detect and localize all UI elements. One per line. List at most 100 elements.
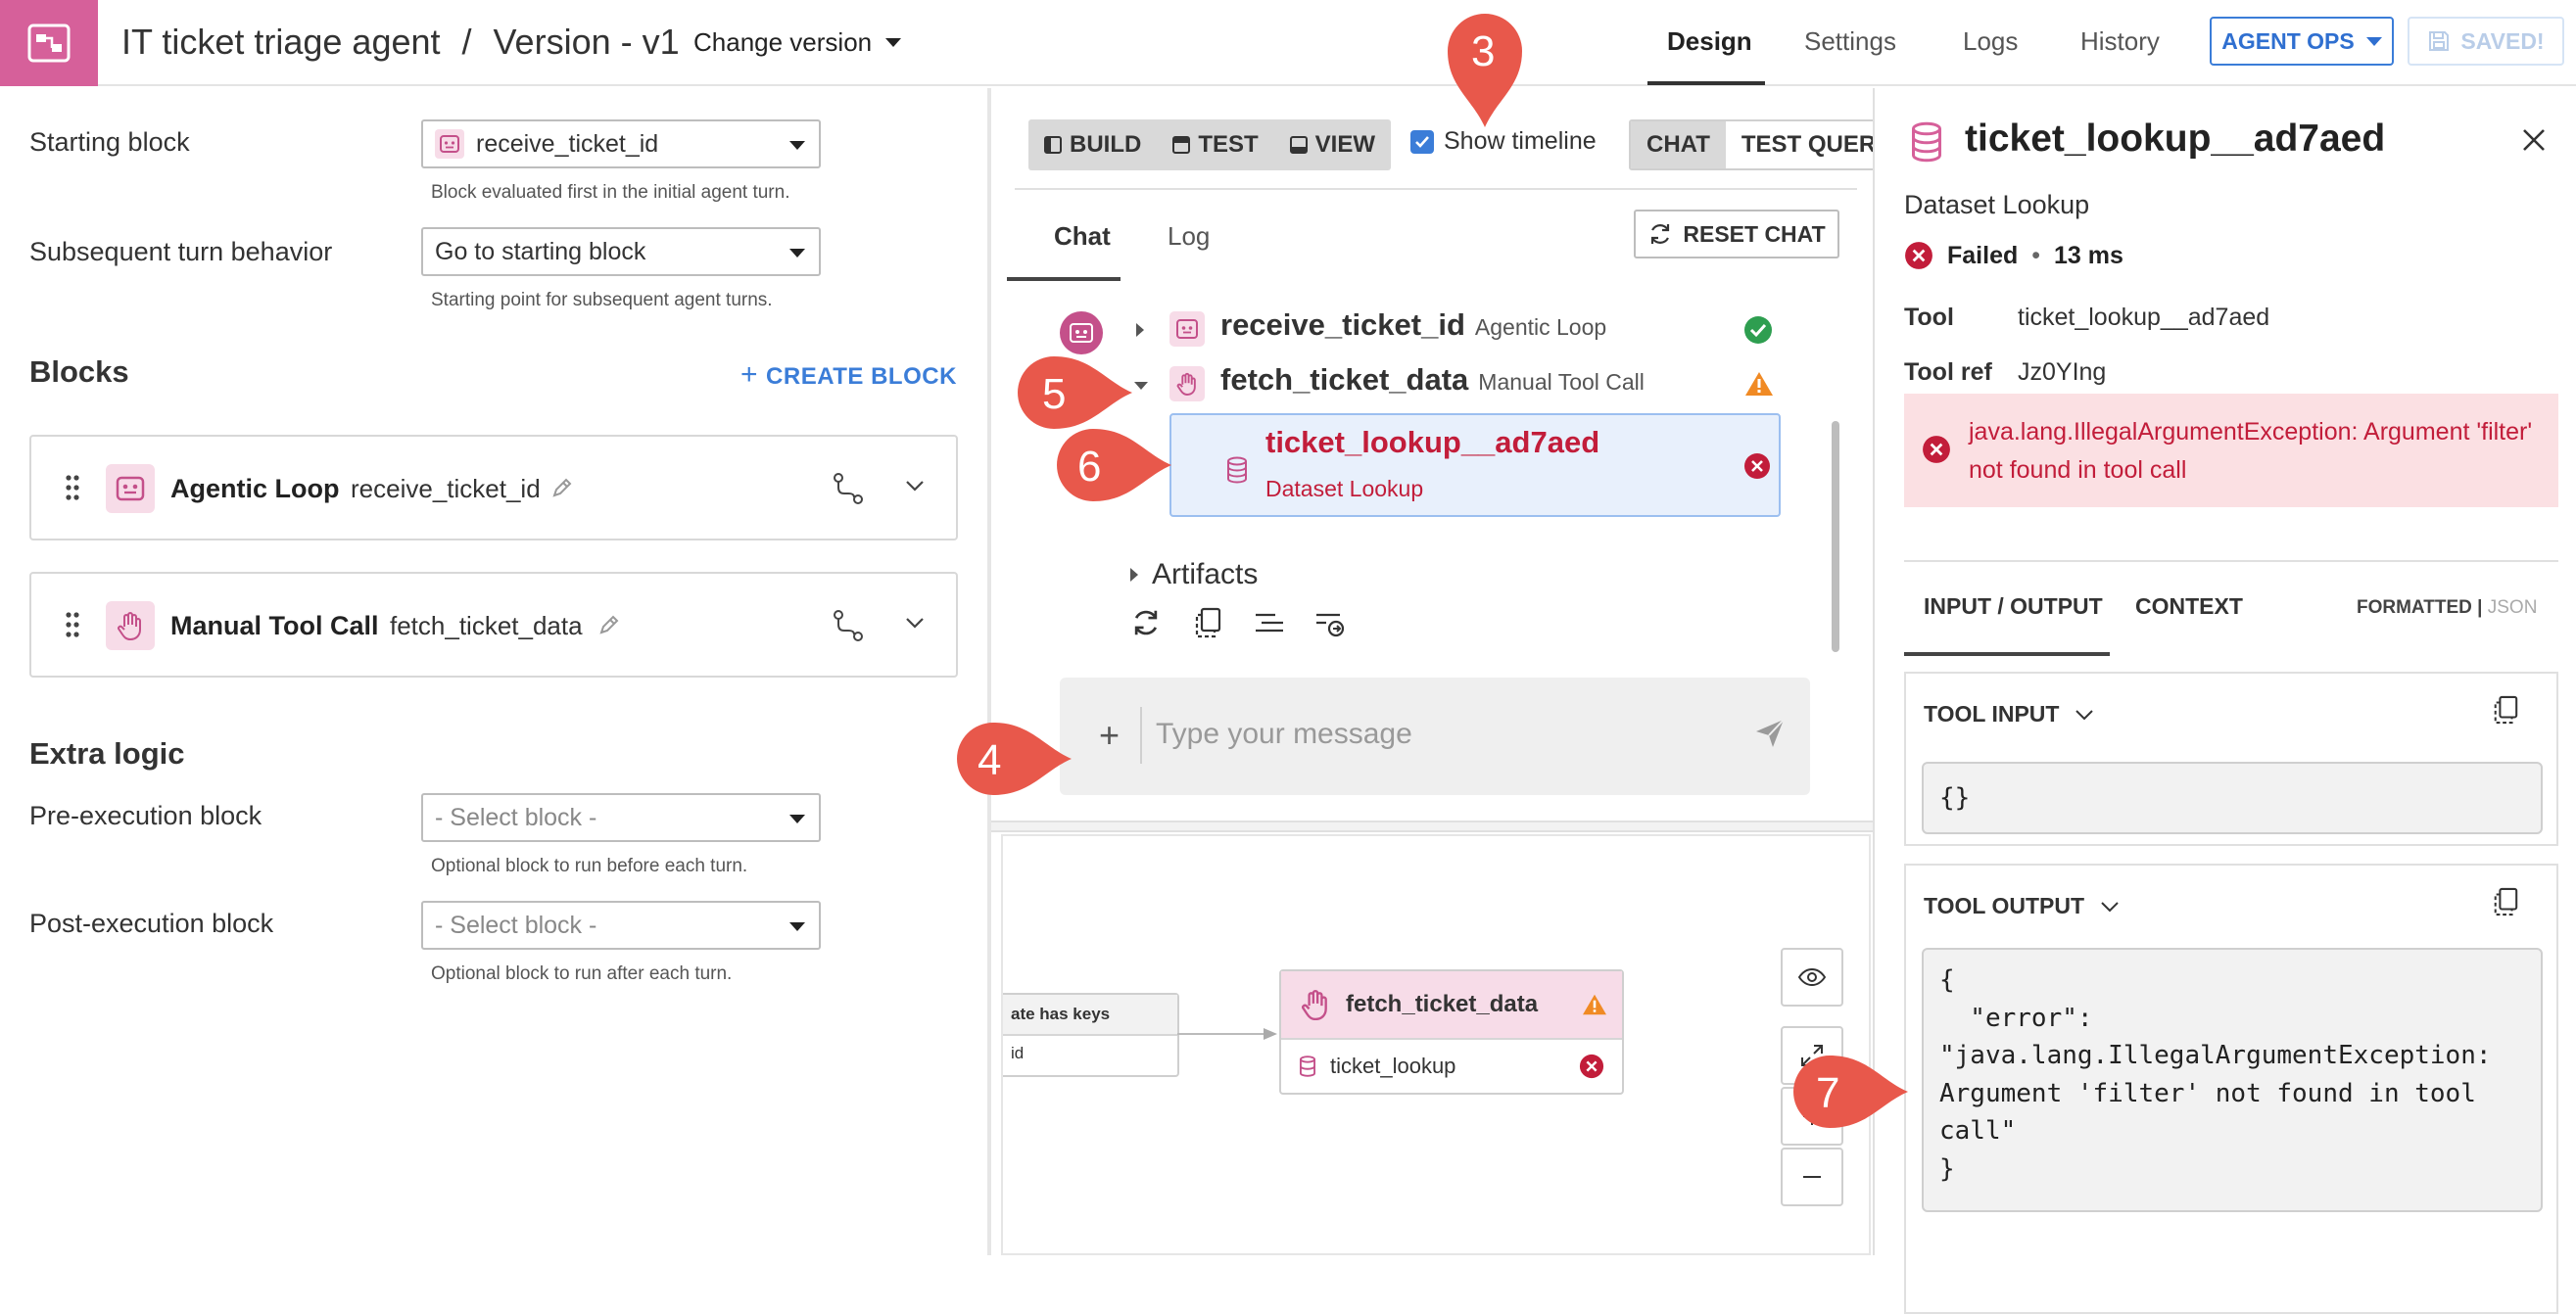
create-block-button[interactable]: + CREATE BLOCK bbox=[740, 358, 957, 392]
graph-edge-arrow bbox=[1177, 1028, 1277, 1040]
block-card-agentic-loop[interactable]: Agentic Loop receive_ticket_id bbox=[29, 435, 958, 540]
chevron-down-icon bbox=[885, 38, 902, 47]
mode-test-button[interactable]: TEST bbox=[1157, 119, 1273, 170]
mode-build-button[interactable]: BUILD bbox=[1028, 119, 1157, 170]
drag-handle-icon[interactable] bbox=[65, 611, 80, 638]
starting-block-select[interactable]: receive_ticket_id bbox=[421, 119, 821, 168]
send-icon[interactable] bbox=[1753, 717, 1787, 750]
app-logo-icon[interactable] bbox=[0, 0, 98, 86]
drag-handle-icon[interactable] bbox=[65, 474, 80, 501]
agentic-loop-icon bbox=[1169, 311, 1205, 347]
saved-label: SAVED! bbox=[2460, 27, 2545, 54]
pre-execution-label: Pre-execution block bbox=[29, 801, 262, 830]
tool-input-header[interactable]: TOOL INPUT bbox=[1924, 701, 2094, 727]
pre-execution-select[interactable]: - Select block - bbox=[421, 793, 821, 842]
pre-execution-value: - Select block - bbox=[435, 803, 597, 831]
reset-chat-button[interactable]: RESET CHAT bbox=[1634, 210, 1839, 258]
graph-node-fetch-ticket-data[interactable]: fetch_ticket_data ticket_lookup bbox=[1279, 969, 1624, 1095]
title-separator: / bbox=[461, 22, 472, 62]
horizontal-splitter[interactable] bbox=[991, 821, 1873, 832]
timeline-scrollbar[interactable] bbox=[1832, 421, 1839, 652]
graph-node-agentic-loop[interactable]: ate has keys id bbox=[1003, 993, 1179, 1077]
checkbox-checked-icon[interactable] bbox=[1410, 129, 1434, 154]
message-input[interactable] bbox=[1156, 711, 1704, 758]
success-check-icon bbox=[1743, 315, 1773, 345]
callout-number: 7 bbox=[1816, 1069, 1840, 1117]
divider bbox=[1904, 560, 2558, 562]
formatted-option[interactable]: FORMATTED bbox=[2357, 597, 2472, 618]
details-title: ticket_lookup__ad7aed bbox=[1965, 117, 2386, 160]
list-arrow-icon[interactable] bbox=[1314, 607, 1346, 638]
tab-input-output[interactable]: INPUT / OUTPUT bbox=[1924, 593, 2103, 620]
pre-execution-hint: Optional block to run before each turn. bbox=[431, 856, 748, 876]
block-type: Agentic Loop bbox=[170, 474, 340, 503]
timeline-item-type: Agentic Loop bbox=[1474, 314, 1607, 340]
error-message-box: java.lang.IllegalArgumentException: Argu… bbox=[1904, 394, 2558, 507]
close-icon[interactable] bbox=[2521, 127, 2547, 153]
zoom-out-button[interactable] bbox=[1781, 1148, 1843, 1206]
change-version-dropdown[interactable]: Change version bbox=[693, 27, 902, 58]
tab-history[interactable]: History bbox=[2080, 26, 2160, 57]
callout-marker-4: 4 bbox=[948, 719, 1075, 799]
subtab-chat[interactable]: Chat bbox=[1054, 221, 1111, 252]
timeline-item-receive-ticket-id[interactable]: receive_ticket_id Agentic Loop bbox=[1220, 307, 1606, 343]
block-card-manual-tool-call[interactable]: Manual Tool Call fetch_ticket_data bbox=[29, 572, 958, 678]
tab-context[interactable]: CONTEXT bbox=[2135, 593, 2243, 620]
database-icon bbox=[1910, 121, 1943, 163]
flow-graph-canvas[interactable]: ate has keys id fetch_ticket_data ticket… bbox=[1001, 834, 1871, 1255]
timeline-item-type: Manual Tool Call bbox=[1478, 369, 1645, 395]
mode-build-label: BUILD bbox=[1070, 131, 1142, 158]
tool-input-label: TOOL INPUT bbox=[1924, 701, 2060, 727]
starting-block-hint: Block evaluated first in the initial age… bbox=[431, 182, 790, 203]
flow-path-icon[interactable] bbox=[833, 609, 864, 642]
chevron-down-icon bbox=[789, 249, 805, 258]
chevron-down-icon[interactable] bbox=[905, 480, 925, 492]
hand-icon bbox=[106, 601, 155, 650]
toggle-visibility-button[interactable] bbox=[1781, 948, 1843, 1007]
saved-button[interactable]: SAVED! bbox=[2408, 17, 2564, 66]
copy-icon[interactable] bbox=[1193, 607, 1222, 638]
timeline-item-fetch-ticket-data[interactable]: fetch_ticket_data Manual Tool Call bbox=[1220, 362, 1645, 398]
block-type: Manual Tool Call bbox=[170, 611, 379, 640]
top-bar: IT ticket triage agent / Version - v1 Chan… bbox=[0, 0, 2576, 86]
save-icon bbox=[2429, 31, 2450, 51]
pencil-icon[interactable] bbox=[550, 476, 574, 499]
copy-icon[interactable] bbox=[2492, 887, 2519, 916]
status-badge: Failed • 13 ms bbox=[1904, 241, 2123, 270]
expand-right-icon[interactable] bbox=[1134, 321, 1146, 339]
tab-design[interactable]: Design bbox=[1667, 26, 1752, 57]
post-execution-select[interactable]: - Select block - bbox=[421, 901, 821, 950]
mode-toggle: BUILD TEST VIEW bbox=[1028, 119, 1392, 170]
attach-plus-icon[interactable]: + bbox=[1099, 715, 1120, 756]
subsequent-turn-label: Subsequent turn behavior bbox=[29, 237, 333, 266]
starting-block-value: receive_ticket_id bbox=[476, 129, 659, 158]
timeline-item-name: receive_ticket_id bbox=[1220, 307, 1465, 342]
callout-marker-7: 7 bbox=[1785, 1052, 1912, 1132]
tool-call-item-ticket-lookup[interactable]: ticket_lookup__ad7aed Dataset Lookup bbox=[1169, 413, 1781, 517]
agent-ops-button[interactable]: AGENT OPS bbox=[2210, 17, 2394, 66]
format-toggle[interactable]: FORMATTED | JSON bbox=[2357, 597, 2537, 619]
artifacts-toggle[interactable]: Artifacts bbox=[1128, 558, 1258, 591]
filter-lines-icon[interactable] bbox=[1254, 607, 1285, 638]
tab-chat[interactable]: CHAT bbox=[1631, 121, 1726, 168]
chevron-down-icon bbox=[2075, 709, 2094, 720]
subtab-log[interactable]: Log bbox=[1168, 221, 1210, 252]
tool-output-header[interactable]: TOOL OUTPUT bbox=[1924, 893, 2120, 919]
subsequent-turn-hint: Starting point for subsequent agent turn… bbox=[431, 290, 773, 310]
divider bbox=[1015, 188, 1857, 190]
expand-right-icon bbox=[1130, 568, 1138, 582]
tab-settings[interactable]: Settings bbox=[1804, 26, 1896, 57]
pencil-icon[interactable] bbox=[597, 613, 621, 636]
subsequent-turn-select[interactable]: Go to starting block bbox=[421, 227, 821, 276]
flow-path-icon[interactable] bbox=[833, 472, 864, 505]
graph-node-body: id bbox=[1011, 1044, 1025, 1062]
mode-view-button[interactable]: VIEW bbox=[1274, 119, 1391, 170]
error-message-text: java.lang.IllegalArgumentException: Argu… bbox=[1969, 418, 2533, 484]
show-timeline-toggle[interactable]: Show timeline bbox=[1410, 127, 1597, 156]
retry-icon[interactable] bbox=[1130, 607, 1162, 638]
tab-logs[interactable]: Logs bbox=[1963, 26, 2018, 57]
database-icon bbox=[1299, 1056, 1316, 1077]
chevron-down-icon[interactable] bbox=[905, 617, 925, 629]
json-option[interactable]: JSON bbox=[2488, 597, 2538, 618]
copy-icon[interactable] bbox=[2492, 695, 2519, 725]
